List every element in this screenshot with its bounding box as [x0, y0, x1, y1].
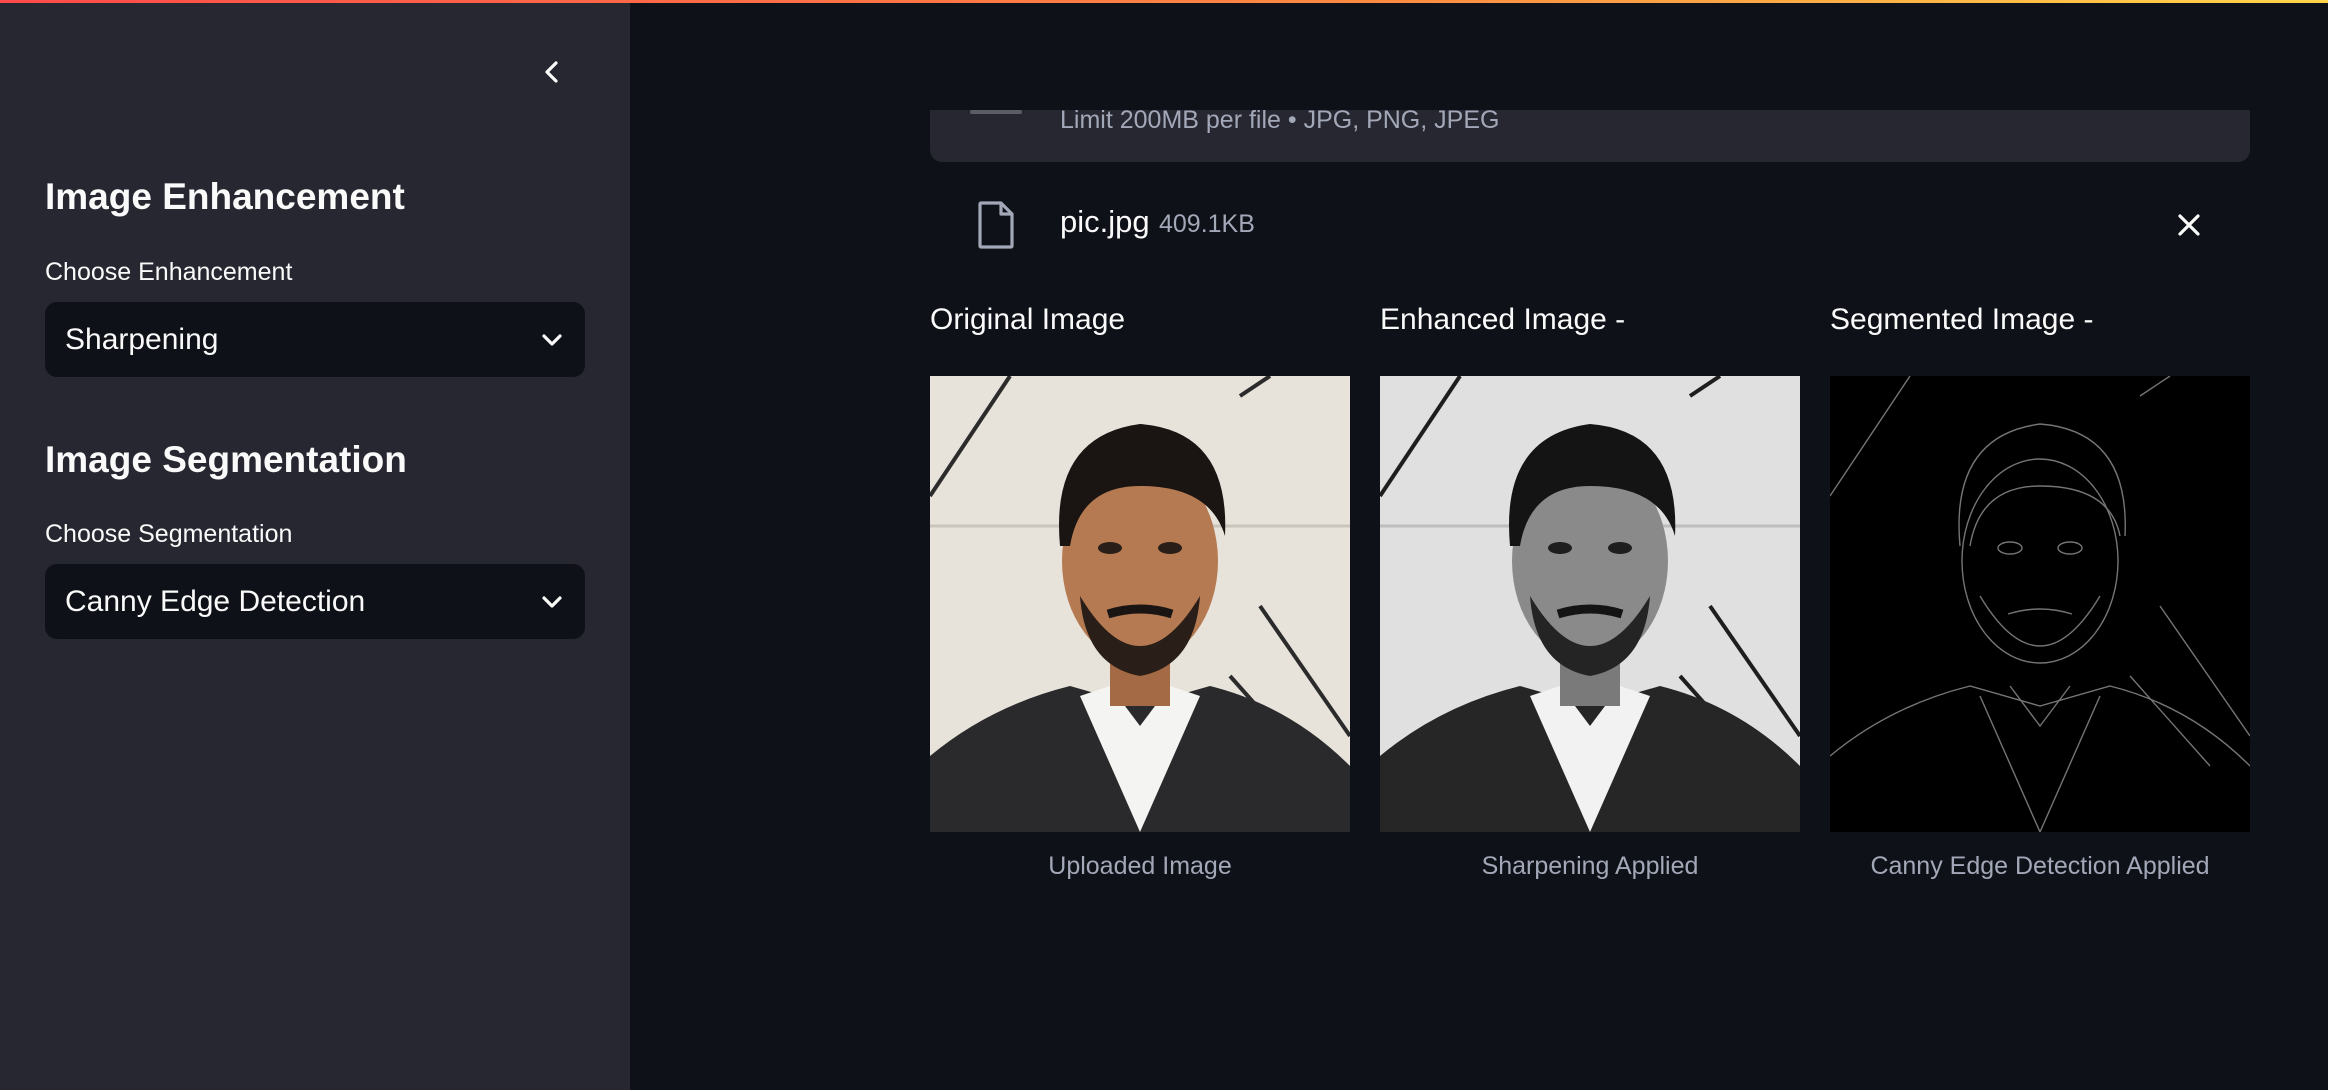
main-content: Limit 200MB per file • JPG, PNG, JPEG pi…	[630, 0, 2328, 1090]
sidebar: Image Enhancement Choose Enhancement Sha…	[0, 0, 630, 1090]
segmentation-selected-value: Canny Edge Detection	[65, 584, 366, 618]
enhancement-label: Choose Enhancement	[45, 258, 293, 286]
original-image-title: Original Image	[930, 303, 1126, 336]
file-dropzone[interactable]: Limit 200MB per file • JPG, PNG, JPEG	[930, 110, 2250, 162]
segmentation-heading: Image Segmentation	[45, 439, 407, 480]
enhanced-image-caption: Sharpening Applied	[1481, 852, 1699, 880]
chevron-down-icon	[539, 589, 565, 615]
original-image-caption: Uploaded Image	[1048, 852, 1232, 880]
file-size: 409.1KB	[1159, 210, 1255, 238]
original-image	[930, 376, 1350, 832]
cloud-upload-icon	[970, 110, 1022, 114]
chevron-left-icon	[545, 61, 558, 83]
segmented-image	[1830, 376, 2250, 832]
enhancement-heading: Image Enhancement	[45, 176, 405, 217]
enhancement-select[interactable]: Sharpening	[45, 302, 585, 377]
enhanced-image	[1380, 376, 1800, 832]
segmented-image-title: Segmented Image -	[1830, 303, 2094, 336]
remove-file-button[interactable]	[2170, 206, 2208, 244]
enhancement-selected-value: Sharpening	[65, 322, 219, 356]
top-decoration-bar	[0, 0, 2328, 3]
collapse-sidebar-button[interactable]	[534, 54, 570, 90]
close-icon	[2178, 214, 2200, 236]
file-icon	[976, 200, 1016, 255]
enhanced-image-title: Enhanced Image -	[1380, 303, 1626, 336]
uploaded-file-row: pic.jpg 409.1KB	[930, 190, 2250, 260]
upload-limit-text: Limit 200MB per file • JPG, PNG, JPEG	[1060, 110, 1500, 134]
segmentation-select[interactable]: Canny Edge Detection	[45, 564, 585, 639]
segmented-image-caption: Canny Edge Detection Applied	[1870, 852, 2210, 880]
chevron-down-icon	[539, 327, 565, 353]
segmentation-label: Choose Segmentation	[45, 520, 293, 548]
file-name: pic.jpg	[1060, 204, 1150, 239]
